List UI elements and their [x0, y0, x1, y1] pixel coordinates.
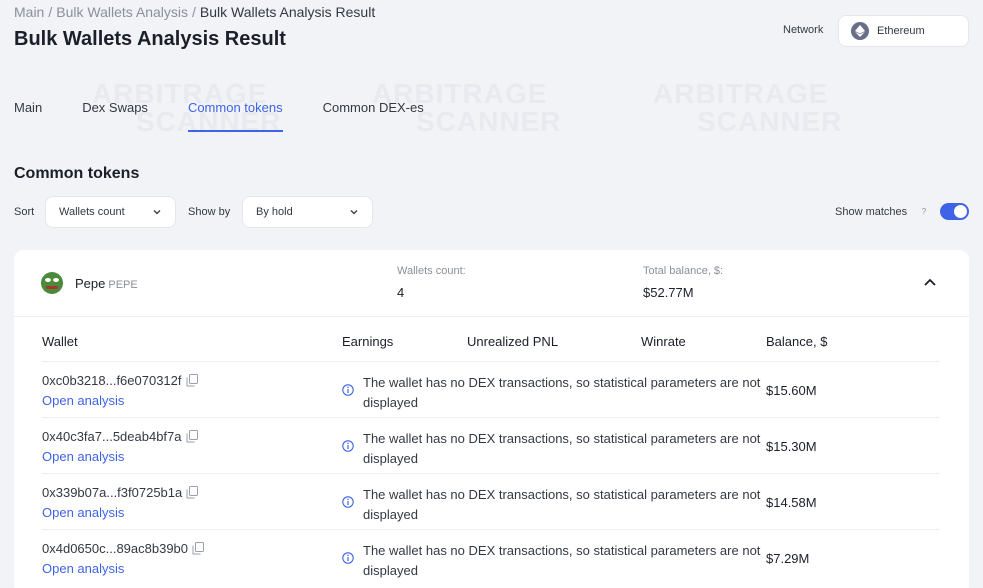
tab-main[interactable]: Main	[14, 96, 42, 136]
open-analysis-link[interactable]: Open analysis	[42, 393, 124, 408]
section-title: Common tokens	[14, 165, 140, 182]
show-by-select[interactable]: By hold	[242, 196, 373, 228]
total-balance-label: Total balance, $:	[643, 265, 724, 277]
no-dex-message: The wallet has no DEX transactions, so s…	[363, 543, 761, 578]
show-matches-toggle[interactable]	[940, 203, 969, 220]
show-by-value: By hold	[256, 206, 293, 218]
table-header: Wallet Earnings Unrealized PNL Winrate B…	[42, 325, 940, 362]
breadcrumb: Main / Bulk Wallets Analysis / Bulk Wallet…	[14, 4, 375, 20]
show-by-label: Show by	[188, 206, 231, 218]
wallet-address: 0xc0b3218...f6e070312f	[42, 373, 198, 388]
no-dex-message: The wallet has no DEX transactions, so s…	[363, 375, 761, 410]
info-icon	[342, 440, 354, 452]
tab-common-dexes[interactable]: Common DEX-es	[323, 96, 424, 136]
sort-label: Sort	[14, 206, 35, 218]
table-row: 0x4d0650c...89ac8b39b0 Open analysis The…	[42, 530, 940, 586]
breadcrumb-bulk-wallets[interactable]: Bulk Wallets Analysis	[56, 4, 188, 20]
watermark: ARBITRAGE SCANNER	[653, 78, 843, 137]
header-earnings: Earnings	[342, 334, 394, 349]
no-dex-message: The wallet has no DEX transactions, so s…	[363, 487, 761, 522]
info-icon	[342, 552, 354, 564]
page-title: Bulk Wallets Analysis Result	[14, 28, 286, 50]
tab-bar: Main Dex Swaps Common tokens Common DEX-…	[14, 96, 464, 136]
wallets-count-value: 4	[397, 285, 405, 300]
token-card-header[interactable]: Pepe PEPE Wallets count: 4 Total balance,…	[14, 250, 969, 317]
wallet-address: 0x339b07a...f3f0725b1a	[42, 485, 199, 500]
toggle-knob	[954, 205, 967, 218]
sort-value: Wallets count	[59, 206, 125, 218]
wallets-count-label: Wallets count:	[397, 265, 466, 277]
copy-icon[interactable]	[186, 374, 198, 387]
table-row: 0x40c3fa7...5deab4bf7a Open analysis The…	[42, 418, 940, 474]
open-analysis-link[interactable]: Open analysis	[42, 561, 124, 576]
show-matches-label: Show matches	[835, 206, 908, 218]
table-row: 0x339b07a...f3f0725b1a Open analysis The…	[42, 474, 940, 530]
header-unrealized-pnl: Unrealized PNL	[467, 334, 559, 349]
token-card: Pepe PEPE Wallets count: 4 Total balance,…	[14, 250, 969, 588]
wallet-balance: $15.30M	[766, 439, 817, 454]
open-analysis-link[interactable]: Open analysis	[42, 505, 124, 520]
wallet-balance: $15.60M	[766, 383, 817, 398]
token-name: Pepe PEPE	[75, 276, 138, 291]
pepe-token-icon	[41, 272, 63, 294]
wallets-table: Wallet Earnings Unrealized PNL Winrate B…	[42, 325, 940, 586]
sort-select[interactable]: Wallets count	[45, 196, 176, 228]
info-icon	[342, 384, 354, 396]
header-winrate: Winrate	[641, 334, 686, 349]
breadcrumb-main[interactable]: Main	[14, 4, 44, 20]
chevron-down-icon	[153, 210, 161, 215]
chevron-down-icon	[350, 210, 358, 215]
breadcrumb-separator: /	[48, 4, 53, 20]
wallet-balance: $7.29M	[766, 551, 810, 566]
copy-icon[interactable]	[186, 486, 199, 499]
tab-common-tokens[interactable]: Common tokens	[187, 96, 283, 136]
copy-icon[interactable]	[186, 430, 198, 443]
header-wallet: Wallet	[42, 334, 78, 349]
tab-dex-swaps[interactable]: Dex Swaps	[82, 96, 148, 136]
network-select[interactable]: Ethereum	[838, 15, 969, 47]
table-row: 0xc0b3218...f6e070312f Open analysis The…	[42, 362, 940, 418]
wallet-address: 0x40c3fa7...5deab4bf7a	[42, 429, 198, 444]
breadcrumb-current: Bulk Wallets Analysis Result	[199, 4, 376, 20]
no-dex-message: The wallet has no DEX transactions, so s…	[363, 431, 761, 466]
copy-icon[interactable]	[192, 542, 205, 555]
info-icon	[342, 496, 354, 508]
network-value: Ethereum	[877, 25, 925, 37]
open-analysis-link[interactable]: Open analysis	[42, 449, 124, 464]
header-balance: Balance, $	[766, 334, 828, 349]
token-symbol: PEPE	[108, 279, 138, 291]
chevron-up-icon[interactable]	[923, 276, 937, 290]
network-label: Network	[783, 24, 824, 36]
wallet-balance: $14.58M	[766, 495, 817, 510]
ethereum-icon	[851, 22, 869, 40]
breadcrumb-separator: /	[192, 4, 196, 20]
total-balance-value: $52.77M	[643, 285, 694, 300]
help-icon[interactable]: ?	[919, 207, 929, 217]
wallet-address: 0x4d0650c...89ac8b39b0	[42, 541, 205, 556]
